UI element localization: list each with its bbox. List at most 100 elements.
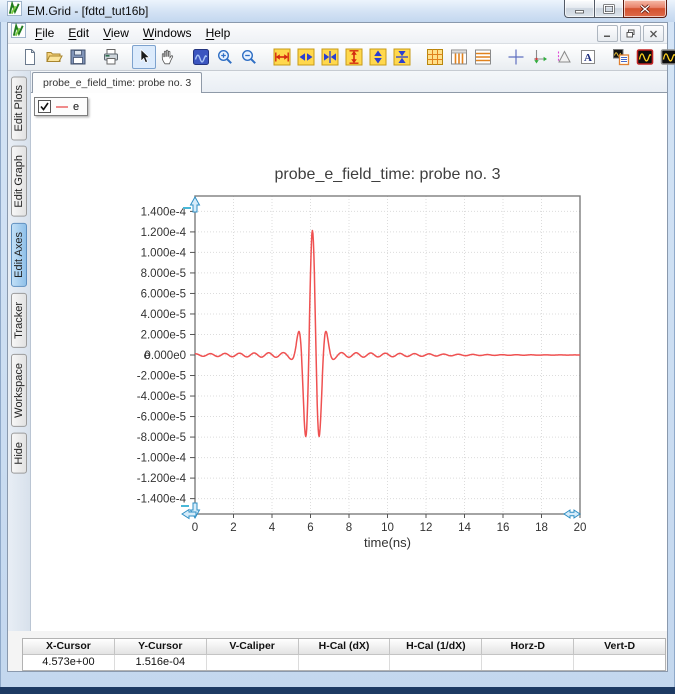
readout-header-h-cal-1-dx-: H-Cal (1/dX) [390,639,483,655]
zoom-out-button[interactable] [237,45,261,69]
sidebar-tab-workspace[interactable]: Workspace [11,353,27,427]
mdi-restore-icon [626,29,635,38]
text-annotation-button[interactable]: A [576,45,600,69]
readout-value-0: 4.573e+00 [23,655,115,670]
plot-style-dark-button[interactable] [657,45,675,69]
expand-x-button[interactable] [270,45,294,69]
menu-view[interactable]: View [96,24,136,42]
chart-container: probe_e_field_time: probe no. 3 0 2 4 6 8 10 12… [31,93,667,633]
spread-y-button[interactable] [366,45,390,69]
client-area: File Edit View Windows Help A Edit Plots Edit… [7,22,675,672]
grid-button[interactable] [423,45,447,69]
chart-title: probe_e_field_time: probe no. 3 [275,166,501,183]
workspace: Edit Plots Edit Graph Edit Axes Tracker Work… [8,71,667,633]
readout-value-2 [206,655,299,670]
x-tick-label: 14 [458,522,471,534]
new-file-button[interactable] [18,45,42,69]
plot-style-red-button[interactable] [633,45,657,69]
save-file-button[interactable] [66,45,90,69]
svg-text:A: A [584,52,592,64]
legend-checkbox[interactable] [38,100,51,113]
tracker-axes-button[interactable] [528,45,552,69]
expand-y-button[interactable] [342,45,366,69]
mdi-minimize-button[interactable] [597,25,618,42]
y-tick-label: 2.000e-5 [141,329,186,341]
x-cursor-handle-right[interactable] [563,509,581,519]
mdi-close-icon [650,30,657,37]
readout-header-horz-d: Horz-D [482,639,575,655]
minimize-button[interactable] [564,0,594,18]
x-axis-label: time(ns) [364,535,411,550]
crosshair-button[interactable] [504,45,528,69]
vertical-gridlines-button[interactable] [447,45,471,69]
menubar-items: File Edit View Windows Help [28,24,237,42]
sidebar-tab-edit-graph[interactable]: Edit Graph [11,146,27,218]
mdi-minimize-icon [604,35,610,37]
readout-value-3 [298,655,391,670]
maximize-button[interactable] [594,0,623,18]
print-button[interactable] [99,45,123,69]
x-tick-label: 0 [192,522,198,534]
x-tick-label: 8 [346,522,352,534]
document-icon[interactable] [11,22,26,43]
open-file-button[interactable] [42,45,66,69]
close-icon [640,3,650,14]
center-x-button[interactable] [318,45,342,69]
horizontal-gridlines-button[interactable] [471,45,495,69]
y-tick-label: -2.000e-5 [137,371,186,383]
center-y-button[interactable] [390,45,414,69]
menu-edit[interactable]: Edit [61,24,96,42]
content-panel: probe_e_field_time: probe no. 3 e probe_… [31,71,667,633]
y-tick-label: -6.000e-5 [137,412,186,424]
menu-help[interactable]: Help [199,24,238,42]
y-tick-label: -4.000e-5 [137,391,186,403]
y-cursor-handle-top[interactable] [189,195,201,213]
readout-header-x-cursor: X-Cursor [23,639,115,655]
y-tick-label: -1.400e-4 [137,494,187,506]
sidebar-tab-edit-plots[interactable]: Edit Plots [11,76,27,141]
y-tick-label: -8.000e-5 [137,432,186,444]
check-icon [40,102,49,111]
x-tick-label: 2 [230,522,236,534]
select-cursor-button[interactable] [132,45,156,69]
minimize-icon [575,9,584,13]
readout-header-h-cal-dx-: H-Cal (dX) [298,639,391,655]
window-title: EM.Grid - [fdtd_tut16b] [27,4,149,18]
document-tab-label: probe_e_field_time: probe no. 3 [43,77,192,89]
toolbar: A [8,44,675,71]
document-tab[interactable]: probe_e_field_time: probe no. 3 [32,72,203,93]
readout-header-vert-d: Vert-D [574,639,666,655]
mdi-restore-button[interactable] [620,25,641,42]
sidebar-tab-hide[interactable]: Hide [11,432,27,474]
pan-hand-button[interactable] [156,45,180,69]
readout-value-row: 4.573e+00 1.516e-04 [23,655,666,670]
app-icon[interactable] [7,0,22,21]
sidebar-tab-edit-axes[interactable]: Edit Axes [11,223,27,287]
y-tick-label: 6.000e-5 [141,288,186,300]
copy-plot-button[interactable] [609,45,633,69]
menu-file[interactable]: File [28,24,61,42]
plot-canvas[interactable]: e probe_e_field_time: probe no. 3 0 2 4 6 8 10… [31,93,667,633]
zoom-in-button[interactable] [213,45,237,69]
mdi-close-button[interactable] [643,25,664,42]
window-bottom-edge [0,687,675,694]
series-line-e [194,229,581,438]
mdi-window-controls [597,25,664,42]
caliper-button[interactable] [552,45,576,69]
legend-box: e [34,97,89,116]
spread-x-button[interactable] [294,45,318,69]
fit-plot-button[interactable] [189,45,213,69]
legend-series-label: e [73,100,80,113]
statusbar: X-Cursor Y-Cursor V-Caliper H-Cal (dX) H-Cal… [8,631,667,671]
readout-value-4 [390,655,483,670]
menubar: File Edit View Windows Help [8,22,667,44]
sidebar-tab-tracker[interactable]: Tracker [11,292,27,348]
x-tick-label: 12 [420,522,433,534]
readout-header-y-cursor: Y-Cursor [114,639,207,655]
menu-windows[interactable]: Windows [136,24,199,42]
document-tabrow: probe_e_field_time: probe no. 3 [31,71,667,93]
y-tick-label: 1.400e-4 [141,206,187,218]
x-tick-label: 16 [497,522,510,534]
y-tick-label: 1.000e-4 [141,247,187,259]
close-button[interactable] [623,0,667,18]
